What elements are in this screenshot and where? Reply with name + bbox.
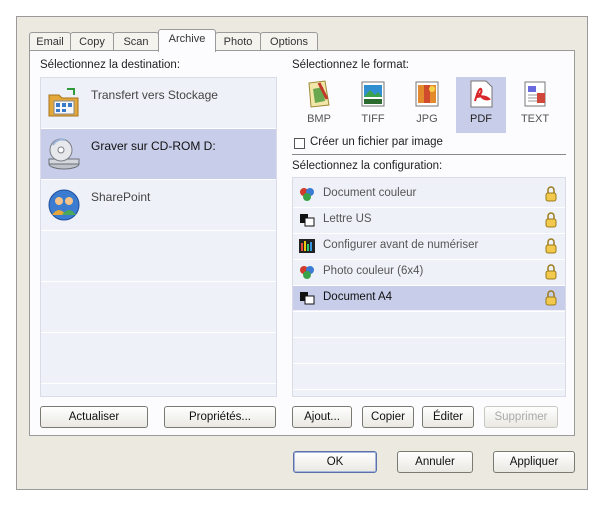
add-button[interactable]: Ajout... — [292, 406, 352, 428]
one-file-per-image-label: Créer un fichier par image — [310, 136, 443, 148]
divider — [293, 337, 565, 338]
apply-button[interactable]: Appliquer — [493, 451, 575, 473]
sharepoint-icon — [48, 189, 80, 221]
cancel-button[interactable]: Annuler — [397, 451, 473, 473]
configuration-list[interactable]: Document couleur Lettre US Configurer av… — [292, 177, 566, 397]
archive-tab-panel: Sélectionnez la destination: Transfert v… — [29, 50, 575, 436]
lock-icon — [545, 238, 557, 254]
destination-heading: Sélectionnez la destination: — [40, 59, 181, 71]
delete-button[interactable]: Supprimer — [484, 406, 558, 428]
configuration-label: Document A4 — [323, 291, 393, 303]
divider — [293, 363, 565, 364]
copy-button[interactable]: Copier — [362, 406, 414, 428]
divider — [41, 230, 276, 231]
color-photo-icon — [300, 266, 314, 279]
destination-label: Graver sur CD-ROM D: — [91, 139, 216, 153]
format-label: TIFF — [361, 113, 385, 125]
pdf-icon — [470, 80, 493, 108]
format-heading: Sélectionnez le format: — [292, 59, 409, 71]
bw-document-icon — [300, 214, 315, 227]
format-pdf[interactable]: PDF — [456, 77, 506, 133]
format-jpg[interactable]: JPG — [402, 77, 452, 133]
configuration-label: Configurer avant de numériser — [323, 239, 479, 251]
tab-email[interactable]: Email — [29, 32, 71, 51]
format-label: TEXT — [520, 113, 550, 125]
format-label: JPG — [416, 113, 438, 125]
tab-archive[interactable]: Archive — [158, 29, 216, 52]
configuration-item[interactable]: Lettre US — [293, 208, 565, 232]
configuration-item[interactable]: Configurer avant de numériser — [293, 234, 565, 258]
destination-list[interactable]: Transfert vers Stockage Graver sur CD-RO… — [40, 77, 277, 397]
tab-photo[interactable]: Photo — [215, 32, 261, 51]
cd-drive-icon — [48, 138, 80, 170]
scanner-settings-dialog: Email Copy Scan Archive Photo Options Sé… — [16, 16, 588, 490]
properties-button[interactable]: Propriétés... — [164, 406, 276, 428]
tiff-icon — [361, 81, 385, 107]
configuration-item[interactable]: Document couleur — [293, 182, 565, 206]
ok-button[interactable]: OK — [293, 451, 377, 473]
configuration-label: Lettre US — [323, 213, 372, 225]
color-document-icon — [300, 188, 314, 201]
edit-button[interactable]: Éditer — [422, 406, 474, 428]
configuration-label: Photo couleur (6x4) — [323, 265, 424, 277]
divider — [293, 311, 565, 312]
storage-folder-icon — [48, 88, 79, 117]
divider — [293, 389, 565, 390]
destination-item-cd-rom[interactable]: Graver sur CD-ROM D: — [41, 129, 276, 179]
format-text[interactable]: TEXT — [510, 77, 560, 133]
divider — [41, 332, 276, 333]
one-file-per-image-checkbox[interactable] — [294, 138, 305, 149]
configure-icon — [299, 239, 315, 253]
format-label: BMP — [307, 113, 331, 125]
format-tiff[interactable]: TIFF — [348, 77, 398, 133]
text-icon — [524, 81, 546, 107]
tab-scan[interactable]: Scan — [113, 32, 159, 51]
divider — [41, 281, 276, 282]
lock-icon — [545, 212, 557, 228]
configuration-label: Document couleur — [323, 187, 417, 199]
format-label: PDF — [470, 113, 492, 125]
destination-label: SharePoint — [91, 190, 151, 204]
refresh-button[interactable]: Actualiser — [40, 406, 148, 428]
bw-document-icon — [300, 292, 315, 305]
lock-icon — [545, 264, 557, 280]
configuration-heading: Sélectionnez la configuration: — [292, 160, 443, 172]
lock-icon — [545, 186, 557, 202]
destination-label: Transfert vers Stockage — [91, 88, 218, 102]
configuration-item[interactable]: Document A4 — [293, 286, 565, 310]
destination-item-sharepoint[interactable]: SharePoint — [41, 180, 276, 230]
lock-icon — [545, 290, 557, 306]
divider — [292, 154, 566, 155]
configuration-item[interactable]: Photo couleur (6x4) — [293, 260, 565, 284]
destination-item-storage[interactable]: Transfert vers Stockage — [41, 78, 276, 128]
jpg-icon — [415, 81, 439, 107]
tab-options[interactable]: Options — [260, 32, 318, 51]
format-bmp[interactable]: BMP — [294, 77, 344, 133]
divider — [41, 383, 276, 384]
format-selector: BMP TIFF JPG PDF TEXT — [292, 77, 566, 133]
bmp-icon — [308, 80, 330, 108]
tab-copy[interactable]: Copy — [70, 32, 114, 51]
